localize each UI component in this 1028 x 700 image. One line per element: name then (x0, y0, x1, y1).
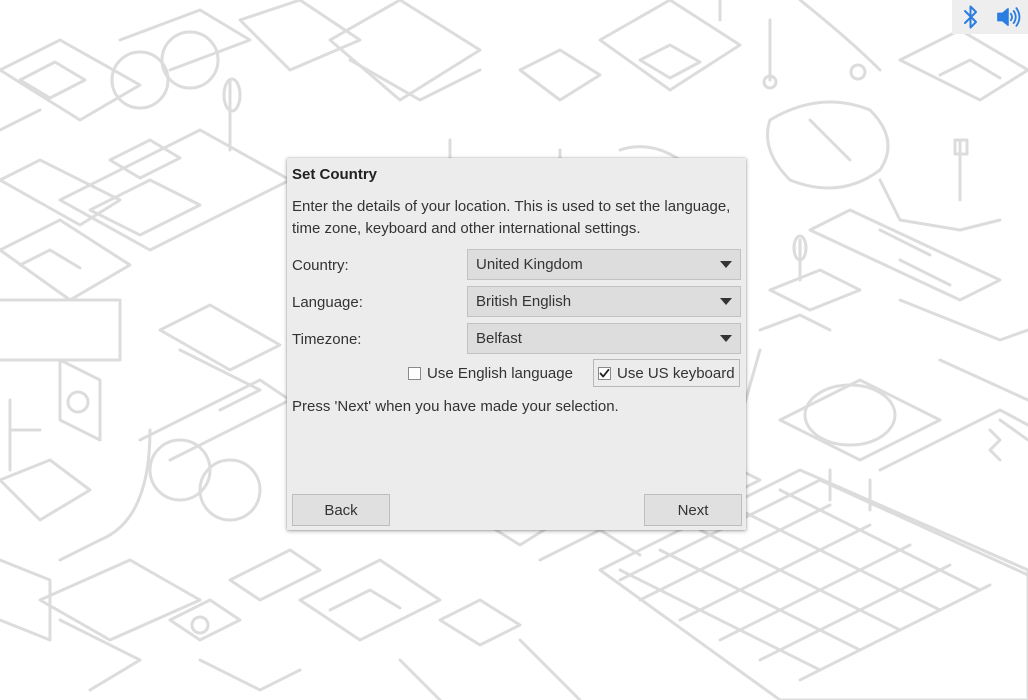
checkmark-icon (598, 366, 611, 380)
chevron-down-icon (712, 298, 740, 305)
country-select[interactable]: United Kingdom (467, 249, 741, 280)
volume-icon[interactable] (996, 4, 1022, 30)
chevron-down-icon (712, 335, 740, 342)
next-button[interactable]: Next (644, 494, 742, 526)
country-label: Country: (292, 257, 349, 274)
language-value: British English (476, 293, 572, 310)
use-english-language-checkbox[interactable]: Use English language (408, 359, 573, 387)
timezone-label: Timezone: (292, 331, 362, 348)
bluetooth-icon[interactable] (958, 4, 984, 30)
use-english-language-label: Use English language (427, 364, 573, 382)
timezone-select[interactable]: Belfast (467, 323, 741, 354)
dialog-title: Set Country (292, 166, 378, 183)
dialog-intro-text: Enter the details of your location. This… (292, 198, 731, 237)
country-value: United Kingdom (476, 256, 583, 273)
desktop: Set Country Enter the details of your lo… (0, 0, 1028, 700)
set-country-dialog: Set Country Enter the details of your lo… (287, 158, 746, 530)
language-select[interactable]: British English (467, 286, 741, 317)
chevron-down-icon (712, 261, 740, 268)
use-us-keyboard-label: Use US keyboard (617, 364, 735, 382)
instruction-text: Press 'Next' when you have made your sel… (292, 398, 619, 415)
use-us-keyboard-checkbox[interactable]: Use US keyboard (593, 359, 740, 387)
checkbox-unchecked-icon (408, 366, 421, 380)
timezone-value: Belfast (476, 330, 522, 347)
back-button[interactable]: Back (292, 494, 390, 526)
language-label: Language: (292, 294, 363, 311)
system-tray (952, 0, 1028, 34)
